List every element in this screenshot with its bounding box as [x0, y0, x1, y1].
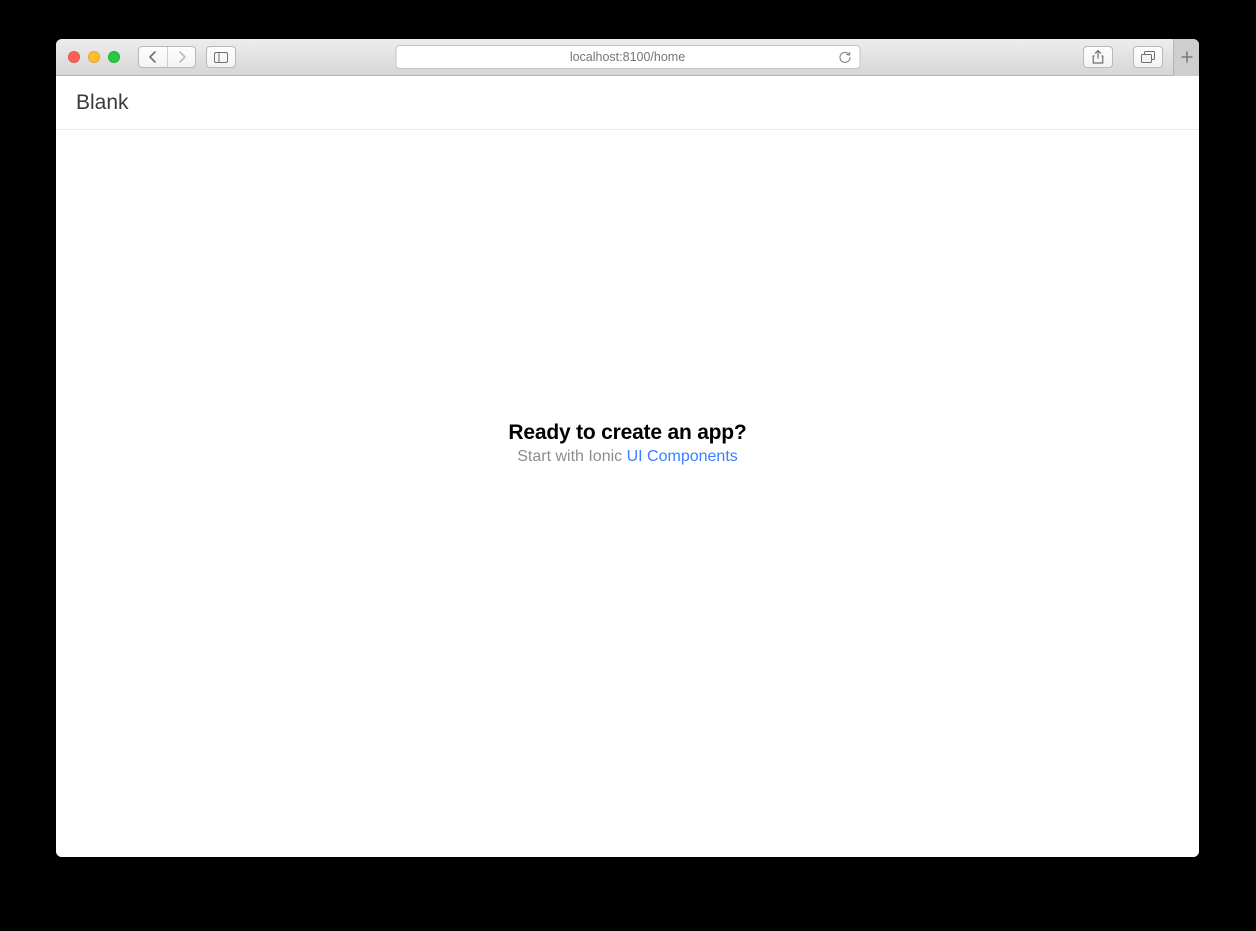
- welcome-block: Ready to create an app? Start with Ionic…: [508, 421, 746, 466]
- plus-icon: [1181, 51, 1193, 63]
- new-tab-button[interactable]: [1173, 39, 1199, 76]
- toolbar-right-group: [1073, 39, 1189, 76]
- address-bar-wrap: localhost:8100/home: [395, 45, 860, 69]
- chevron-left-icon: [149, 51, 157, 63]
- back-button[interactable]: [139, 47, 167, 67]
- sidebar-icon: [214, 52, 228, 63]
- forward-button[interactable]: [167, 47, 195, 67]
- back-forward-group: [138, 46, 196, 68]
- welcome-subtext-prefix: Start with Ionic: [517, 448, 626, 465]
- safari-window: localhost:8100/home: [56, 39, 1199, 857]
- ui-components-link[interactable]: UI Components: [627, 448, 738, 465]
- reload-icon: [838, 51, 851, 64]
- reload-button[interactable]: [838, 51, 851, 64]
- tabs-button[interactable]: [1133, 46, 1163, 68]
- window-controls: [68, 51, 120, 63]
- welcome-subtext: Start with Ionic UI Components: [508, 448, 746, 466]
- share-button[interactable]: [1083, 46, 1113, 68]
- nav-buttons-group: [138, 46, 236, 68]
- minimize-window-button[interactable]: [88, 51, 100, 63]
- share-icon: [1092, 50, 1104, 64]
- maximize-window-button[interactable]: [108, 51, 120, 63]
- address-bar[interactable]: localhost:8100/home: [395, 45, 860, 69]
- page-title: Blank: [76, 91, 129, 115]
- ionic-header: Blank: [56, 76, 1199, 130]
- chevron-right-icon: [178, 51, 186, 63]
- address-text: localhost:8100/home: [570, 50, 685, 64]
- welcome-heading: Ready to create an app?: [508, 421, 746, 445]
- browser-toolbar: localhost:8100/home: [56, 39, 1199, 76]
- sidebar-toggle-button[interactable]: [206, 46, 236, 68]
- tabs-icon: [1141, 51, 1155, 63]
- close-window-button[interactable]: [68, 51, 80, 63]
- page-content: Ready to create an app? Start with Ionic…: [56, 130, 1199, 857]
